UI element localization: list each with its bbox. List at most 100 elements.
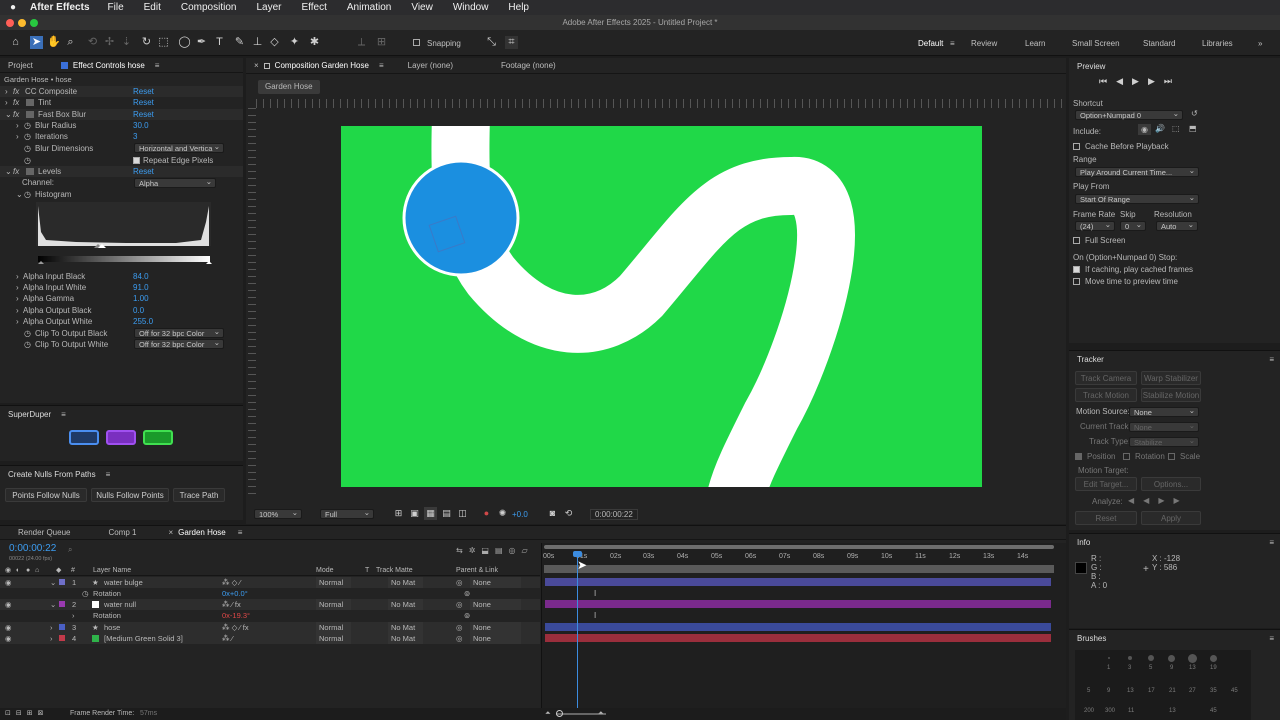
parent-pickwhip-icon[interactable]: ◎ [456,622,463,633]
workspace-libraries[interactable]: Libraries [1202,39,1233,48]
brush-tool-icon[interactable]: ✎ [233,36,246,49]
zoom-tool-icon[interactable]: ⌕ [64,36,77,49]
zoom-window-button[interactable] [30,19,38,27]
layer-name-col-header[interactable]: Layer Name [93,565,131,576]
property-value[interactable]: 0x+0.0° [222,588,248,599]
analyze-forward-1-icon[interactable]: ▶ [1158,496,1173,505]
tab-project[interactable]: Project [8,61,33,70]
color-channels-icon[interactable]: ● [480,507,493,520]
layer-switches[interactable]: ⁂ ◇ ⁄ [222,577,241,588]
blur-dimensions-dropdown[interactable]: Horizontal and Vertica [134,142,224,153]
apple-icon[interactable]: ● [10,2,16,13]
zoom-dropdown[interactable]: 100% [254,508,302,519]
levels-param-row[interactable]: › Alpha Output White 255.0 [0,316,243,327]
snapshot-icon[interactable]: ◙ [546,507,559,520]
superduper-button-2[interactable] [106,430,136,445]
timeline-property-row[interactable]: › Rotation 0x-19.3° ⊚ [0,610,540,621]
param-value[interactable]: 0.0 [133,305,144,316]
last-frame-icon[interactable]: ⏭ [1164,76,1181,86]
home-icon[interactable]: ⌂ [9,36,22,49]
clip-output-black-dropdown[interactable]: Off for 32 bpc Color [134,327,224,338]
expand-icon[interactable]: ⌄ [50,599,56,610]
motion-source-dropdown[interactable]: None [1129,406,1199,417]
layer-name[interactable]: water bulge [104,577,143,588]
trace-path-button[interactable]: Trace Path [173,488,225,502]
reset-shortcut-icon[interactable]: ↺ [1191,109,1198,118]
snap-extra-icon-2[interactable]: ⊞ [375,36,388,49]
tab-composition[interactable]: Composition Garden Hose [275,61,369,70]
menu-edit[interactable]: Edit [144,2,161,13]
track-matte-dropdown[interactable]: No Mat [388,622,424,633]
warp-stabilizer-button[interactable]: Warp Stabilizer [1141,371,1201,385]
close-window-button[interactable] [6,19,14,27]
layer-name[interactable]: water null [104,599,136,610]
workspace-learn[interactable]: Learn [1025,39,1045,48]
workspace-overflow-icon[interactable]: » [1258,39,1262,48]
exposure-value[interactable]: +0.0 [512,510,528,519]
rotation-checkbox[interactable]: Rotation [1123,452,1165,461]
parent-dropdown[interactable]: None [470,622,521,633]
layer-label-color[interactable] [59,579,65,585]
reset-link[interactable]: Reset [133,109,154,120]
expand-icon[interactable]: › [50,633,53,644]
edit-target-button[interactable]: Edit Target... [1075,477,1137,491]
exposure-icon[interactable]: ✺ [496,507,509,520]
roto-brush-tool-icon[interactable]: ✦ [288,36,301,49]
reset-link[interactable]: Reset [133,86,154,97]
eraser-tool-icon[interactable]: ◇ [268,36,281,49]
layer-bar[interactable] [545,600,1051,608]
mode-dropdown[interactable]: Normal [316,599,352,610]
track-matte-dropdown[interactable]: No Mat [388,633,424,644]
parent-pickwhip-icon[interactable]: ◎ [456,599,463,610]
stopwatch-icon[interactable]: ◷ [82,588,89,599]
timeline-layer-row[interactable]: ◉ › 4 [Medium Green Solid 3] ⁂ ⁄ Normal … [0,633,540,644]
if-caching-checkbox[interactable]: If caching, play cached frames [1073,265,1193,274]
timeline-timecode[interactable]: 0:00:00:22 [9,543,56,554]
timeline-search-input[interactable]: ⌕ [68,545,448,555]
viewer-timecode[interactable]: 0:00:00:22 [590,509,638,520]
panel-menu-icon[interactable]: ≡ [61,410,66,419]
superduper-button-1[interactable] [69,430,99,445]
keyframe-marker[interactable]: I [594,611,596,620]
panel-menu-icon[interactable]: ≡ [1269,634,1274,643]
work-area-bar[interactable] [544,545,1054,549]
eye-icon[interactable]: ◉ [5,599,12,610]
param-value[interactable]: 1.00 [133,293,149,304]
param-value[interactable]: 30.0 [133,120,149,131]
stopwatch-icon[interactable]: ◷ [24,328,31,339]
full-screen-checkbox[interactable]: Full Screen [1073,236,1125,245]
layer-name[interactable]: [Medium Green Solid 3] [104,633,183,644]
minimize-window-button[interactable] [18,19,26,27]
include-video-icon[interactable]: ◉ [1138,124,1151,135]
move-time-checkbox[interactable]: Move time to preview time [1073,277,1178,286]
menu-window[interactable]: Window [453,2,489,13]
pan-tool-icon[interactable]: ✢ [103,36,116,49]
analyze-back-1-icon[interactable]: ◀ [1143,496,1158,505]
keyframe-marker[interactable]: I [594,589,596,598]
region-icon[interactable]: ▣ [408,507,421,520]
include-audio-icon[interactable]: 🔊 [1155,124,1165,133]
tracker-reset-button[interactable]: Reset [1075,511,1137,525]
parent-dropdown[interactable]: None [470,633,521,644]
layer-bar[interactable] [545,634,1051,642]
panel-menu-icon[interactable]: ≡ [238,528,243,537]
cache-before-playback[interactable]: Cache Before Playback [1073,142,1169,151]
puppet-tool-icon[interactable]: ✱ [308,36,321,49]
mask-icon[interactable]: ▤ [440,507,453,520]
effect-param-row[interactable]: › ◷ Blur Radius 30.0 [0,120,243,131]
tab-garden-hose[interactable]: Garden Hose [178,528,226,537]
workspace-standard[interactable]: Standard [1143,39,1175,48]
layer-name[interactable]: hose [104,622,120,633]
graph-editor-icon[interactable]: ▱ [522,546,534,555]
timeline-layer-row[interactable]: ◉ › 3 ★ hose ⁂ ◇ ⁄ fx Normal No Mat ◎ No… [0,622,540,633]
frame-blend-icon[interactable]: ▤ [495,546,509,555]
brush-preset[interactable] [1148,655,1154,661]
options-button[interactable]: Options... [1141,477,1201,491]
resolution-dropdown[interactable]: Full [320,508,374,519]
track-matte-dropdown[interactable]: No Mat [388,599,424,610]
comp-flowchart-icon[interactable]: ⇆ [456,546,469,555]
param-value[interactable]: 91.0 [133,282,149,293]
play-from-dropdown[interactable]: Start Of Range [1075,193,1199,204]
property-value[interactable]: 0x-19.3° [222,610,250,621]
include-layer-icon[interactable]: ⬒ [1189,124,1197,133]
